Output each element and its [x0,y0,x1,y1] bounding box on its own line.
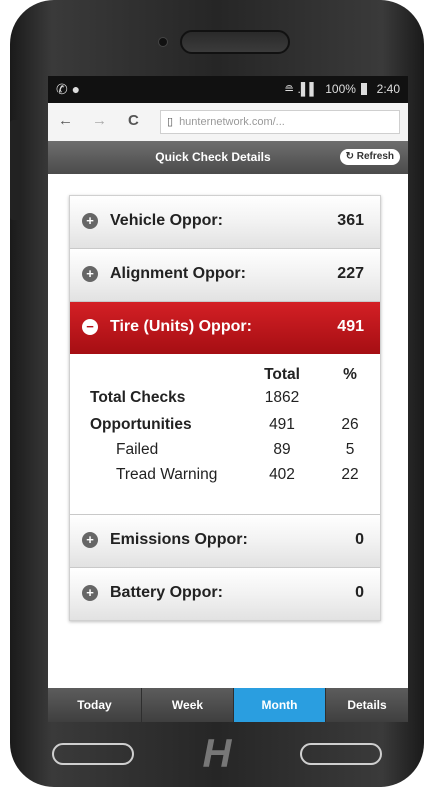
row-label: Battery Oppor: [110,584,223,601]
bottom-tab-bar: Today Week Month Details [48,688,408,722]
row-percent: 26 [341,416,359,433]
tab-today[interactable]: Today [48,688,142,722]
forward-arrow-icon[interactable]: → [92,112,107,129]
phone-frame: ✆ ● ≘ .▌▌ 100% 2:40 ← → C ▯ hunternetwork… [10,0,424,787]
row-value: 491 [337,318,364,335]
back-arrow-icon[interactable]: ← [58,112,73,129]
row-name: Failed [116,441,159,458]
table-row: Total Checks 1862 [70,389,380,411]
side-button[interactable] [10,120,20,220]
clock: 2:40 [376,82,400,96]
battery-icon [361,83,368,95]
url-text: hunternetwork.com/... [179,116,285,128]
row-value: 0 [355,584,364,601]
front-camera [158,37,168,47]
vehicle-oppor-row[interactable]: + Vehicle Oppor: 361 [70,196,380,249]
row-name: Tread Warning [116,466,218,483]
signal-icon: ≘ .▌▌ [284,82,318,96]
hardware-back-button[interactable] [52,743,134,765]
plus-circle-icon: + [82,213,98,229]
tire-oppor-row[interactable]: − Tire (Units) Oppor: 491 [70,302,380,354]
battery-percent: 100% [325,82,356,96]
row-total: 1862 [264,389,300,406]
phone-screen: ✆ ● ≘ .▌▌ 100% 2:40 ← → C ▯ hunternetwork… [48,76,408,722]
hunter-logo-home-button[interactable]: H [180,732,254,776]
app-header: Quick Check Details ↻ Refresh [48,141,408,174]
row-label: Tire (Units) Oppor: [110,318,252,335]
row-value: 0 [355,531,364,548]
row-percent: 22 [341,466,359,483]
notification-icons: ✆ ● [56,81,81,97]
row-name: Total Checks [90,389,186,406]
row-value: 361 [337,212,364,229]
row-value: 227 [337,265,364,282]
emissions-oppor-row[interactable]: + Emissions Oppor: 0 [70,515,380,568]
tire-details-table: Total % Total Checks 1862 Opportunities … [70,354,380,515]
row-total: 89 [273,441,291,458]
row-percent: 5 [345,441,355,458]
table-row: Opportunities 491 26 [70,416,380,438]
column-header-percent: % [343,366,357,383]
plus-circle-icon: + [82,585,98,601]
row-total: 491 [269,416,295,433]
tab-week[interactable]: Week [142,688,234,722]
address-bar[interactable]: ▯ hunternetwork.com/... [160,110,400,134]
page-title: Quick Check Details [155,150,271,164]
battery-oppor-row[interactable]: + Battery Oppor: 0 [70,568,380,620]
main-content: + Vehicle Oppor: 361 + Alignment Oppor: … [48,174,408,688]
status-bar: ✆ ● ≘ .▌▌ 100% 2:40 [48,76,408,103]
row-total: 402 [269,466,295,483]
hardware-menu-button[interactable] [300,743,382,765]
earpiece [180,30,290,54]
row-label: Emissions Oppor: [110,531,248,548]
table-row: Failed 89 5 [70,441,380,463]
tab-month[interactable]: Month [234,688,326,722]
plus-circle-icon: + [82,266,98,282]
reload-icon[interactable]: C [128,112,139,129]
status-right: ≘ .▌▌ 100% 2:40 [284,82,400,96]
column-header-total: Total [264,366,300,383]
table-row: Tread Warning 402 22 [70,466,380,488]
plus-circle-icon: + [82,532,98,548]
opportunity-list: + Vehicle Oppor: 361 + Alignment Oppor: … [69,195,381,621]
minus-circle-icon: − [82,319,98,335]
row-name: Opportunities [90,416,192,433]
alignment-oppor-row[interactable]: + Alignment Oppor: 227 [70,249,380,302]
page-icon: ▯ [167,116,174,128]
browser-toolbar: ← → C ▯ hunternetwork.com/... [48,103,408,142]
tab-details[interactable]: Details [326,688,408,722]
refresh-button[interactable]: ↻ Refresh [339,149,400,165]
row-label: Alignment Oppor: [110,265,246,282]
row-label: Vehicle Oppor: [110,212,223,229]
